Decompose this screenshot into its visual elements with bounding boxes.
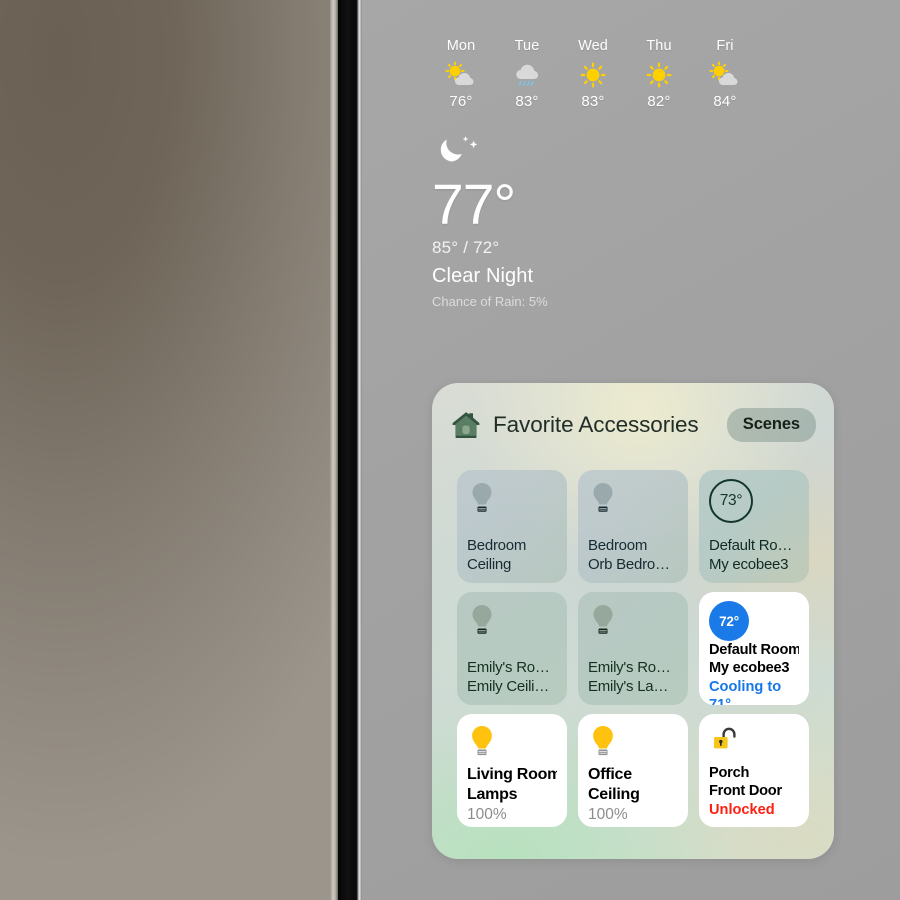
tile-labels: Default Ro… My ecobee3 <box>709 537 799 575</box>
tile-line-1: Emily's Ro… <box>588 659 671 677</box>
lightbulb-on-icon <box>467 723 557 765</box>
forecast-day-name: Tue <box>514 38 540 54</box>
forecast-day: Mon 76° <box>428 38 494 110</box>
lightbulb-on-icon <box>588 723 678 765</box>
forecast-day-temp: 84° <box>713 93 737 110</box>
forecast-day-temp: 82° <box>647 93 671 110</box>
forecast-day: Wed 83° <box>560 38 626 110</box>
device-bezel <box>338 0 359 900</box>
forecast-day-name: Fri <box>716 38 734 54</box>
wall-background <box>0 0 336 900</box>
sun-icon <box>644 59 674 91</box>
brightness-value: 100% <box>467 806 507 824</box>
accessories-grid: Bedroom Ceiling Bedroom Orb Bedro… 73° D… <box>457 470 809 827</box>
sun-behind-cloud-icon <box>444 59 478 91</box>
tile-line-2: Orb Bedro… <box>588 556 670 574</box>
accessory-tile-bedroom-ceiling[interactable]: Bedroom Ceiling <box>457 470 567 583</box>
accessory-tile-porch-front-door[interactable]: Porch Front Door Unlocked <box>699 714 809 827</box>
scenes-button[interactable]: Scenes <box>726 408 816 442</box>
lock-open-icon <box>709 723 799 764</box>
sun-icon <box>578 59 608 91</box>
tile-labels: Emily's Ro… Emily's La… <box>588 659 678 697</box>
current-condition: Clear Night <box>432 265 534 288</box>
page-title: Favorite Accessories <box>493 412 699 437</box>
accessory-tile-emily-lamp[interactable]: Emily's Ro… Emily's La… <box>578 592 688 705</box>
forecast-day-name: Thu <box>646 38 672 54</box>
forecast-day: Fri 84° <box>692 38 758 110</box>
current-weather-block: 77° 85° / 72° Clear Night Chance of Rain… <box>432 132 548 309</box>
tile-labels: Default Room My ecobee3 Cooling to 71° <box>709 641 799 705</box>
forecast-day: Tue 83° <box>494 38 560 110</box>
tile-labels: Bedroom Orb Bedro… <box>588 537 678 575</box>
thermostat-temperature: 72° <box>709 601 749 641</box>
thermostat-temperature: 73° <box>709 479 753 523</box>
cloud-rain-icon <box>510 59 544 91</box>
tile-line-2: Emily's La… <box>588 678 669 696</box>
forecast-day-temp: 83° <box>581 93 605 110</box>
tile-line-2: Front Door <box>709 783 782 800</box>
tile-line-2: Lamps <box>467 786 518 804</box>
tile-labels: Living Room Lamps 100% <box>467 765 557 825</box>
lightbulb-off-icon <box>467 601 557 645</box>
tile-line-1: Living Room <box>467 766 557 783</box>
weather-forecast-strip: Mon 76° Tue 83° Wed 83° Thu 82° Fri 84° <box>428 38 758 110</box>
lightbulb-off-icon <box>467 479 557 523</box>
tile-line-1: Bedroom <box>467 537 527 555</box>
sun-behind-cloud-icon <box>708 59 742 91</box>
accessory-tile-emily-ceiling[interactable]: Emily's Ro… Emily Ceili… <box>457 592 567 705</box>
tile-line-1: Emily's Ro… <box>467 659 550 677</box>
tile-line-1: Default Room <box>709 642 799 658</box>
current-temperature: 77° <box>432 173 516 237</box>
tile-labels: Emily's Ro… Emily Ceili… <box>467 659 557 697</box>
accessory-tile-bedroom-orb[interactable]: Bedroom Orb Bedro… <box>578 470 688 583</box>
device-photo-scene: Mon 76° Tue 83° Wed 83° Thu 82° Fri 84° … <box>0 0 900 900</box>
tile-line-1: Porch <box>709 764 750 781</box>
accessory-tile-office-ceiling[interactable]: Office Ceiling 100% <box>578 714 688 827</box>
card-header: Favorite Accessories Scenes <box>432 383 834 467</box>
tile-line-1: Bedroom <box>588 537 648 555</box>
thermostat-ring-icon: 73° <box>709 479 799 523</box>
status-badge: Unlocked <box>709 801 775 818</box>
wall-edge-highlight <box>330 0 338 900</box>
forecast-day-name: Wed <box>578 38 608 54</box>
tile-line-2: Emily Ceili… <box>467 678 550 696</box>
forecast-day-temp: 76° <box>449 93 473 110</box>
tile-line-2: Ceiling <box>588 786 640 804</box>
tile-labels: Bedroom Ceiling <box>467 537 557 575</box>
tile-line-2: My ecobee3 <box>709 660 790 677</box>
accessory-tile-living-room-lamps[interactable]: Living Room Lamps 100% <box>457 714 567 827</box>
chance-of-rain: Chance of Rain: 5% <box>432 294 548 310</box>
forecast-day-name: Mon <box>446 38 476 54</box>
device-screen: Mon 76° Tue 83° Wed 83° Thu 82° Fri 84° … <box>362 0 900 900</box>
tile-line-1: Default Ro… <box>709 537 793 555</box>
tile-line-2: Ceiling <box>467 556 512 574</box>
tile-labels: Office Ceiling 100% <box>588 765 678 825</box>
tile-labels: Porch Front Door Unlocked <box>709 764 799 819</box>
forecast-day: Thu 82° <box>626 38 692 110</box>
thermostat-dot-icon: 72° <box>709 601 799 641</box>
lightbulb-off-icon <box>588 479 678 523</box>
moon-stars-icon <box>432 132 548 172</box>
accessory-tile-thermostat-default-room[interactable]: 73° Default Ro… My ecobee3 <box>699 470 809 583</box>
lightbulb-off-icon <box>588 601 678 645</box>
tile-line-1: Office <box>588 766 632 783</box>
house-icon <box>450 410 482 440</box>
accessory-tile-thermostat-cooling[interactable]: 72° Default Room My ecobee3 Cooling to 7… <box>699 592 809 705</box>
forecast-day-temp: 83° <box>515 93 539 110</box>
brightness-value: 100% <box>588 806 628 824</box>
status-badge: Cooling to 71° <box>709 678 782 705</box>
tile-line-2: My ecobee3 <box>709 556 789 574</box>
favorite-accessories-card: Favorite Accessories Scenes Bedroom Ceil… <box>432 383 834 859</box>
current-high-low: 85° / 72° <box>432 238 500 258</box>
